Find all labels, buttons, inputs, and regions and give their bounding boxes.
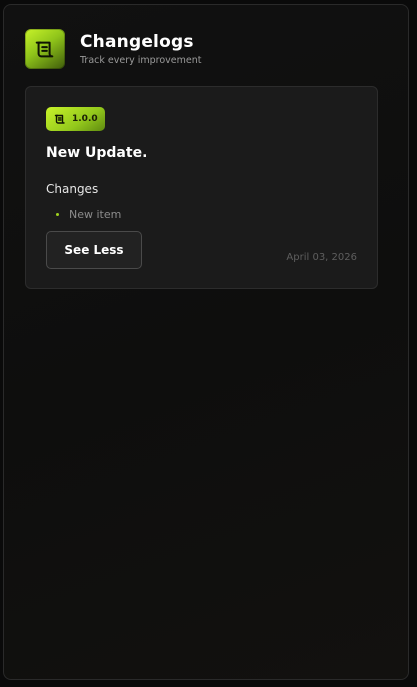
header-text: Changelogs Track every improvement xyxy=(80,32,201,67)
update-title: New Update. xyxy=(46,145,148,161)
page-subtitle: Track every improvement xyxy=(80,54,202,66)
changelog-panel: Changelogs Track every improvement 1.0.0… xyxy=(3,4,409,680)
page-title: Changelogs xyxy=(80,31,194,52)
changelog-entry-card: 1.0.0 New Update. Changes New item See L… xyxy=(25,86,378,289)
version-number: 1.0.0 xyxy=(72,114,98,124)
see-less-button[interactable]: See Less xyxy=(46,231,142,269)
changes-label: Changes xyxy=(46,182,99,196)
change-text: New item xyxy=(69,208,122,221)
changelog-header: Changelogs Track every improvement xyxy=(25,29,201,69)
scroll-icon xyxy=(54,114,65,124)
version-badge: 1.0.0 xyxy=(46,107,105,131)
entry-date: April 03, 2026 xyxy=(286,252,357,263)
list-item: New item xyxy=(56,208,121,221)
bullet-dot-icon xyxy=(56,213,59,216)
scroll-icon xyxy=(25,29,65,69)
